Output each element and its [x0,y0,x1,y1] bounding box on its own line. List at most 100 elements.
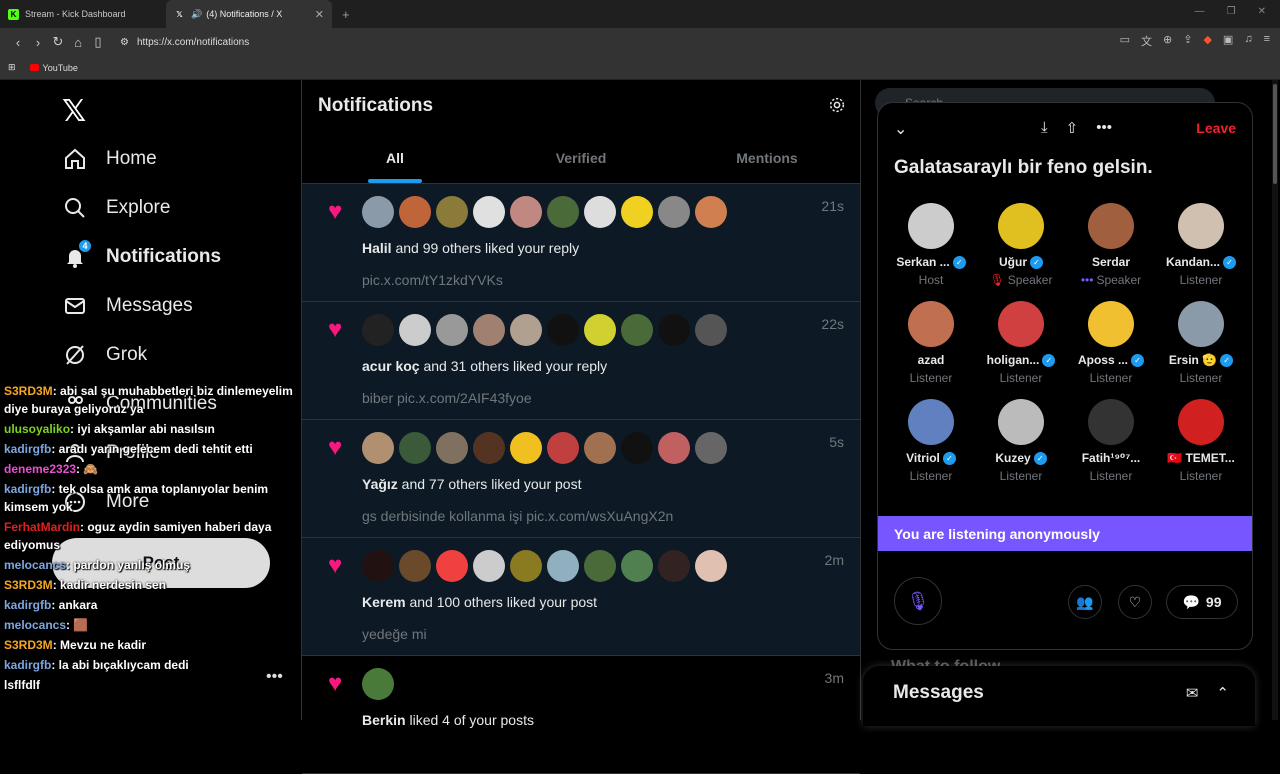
url-field[interactable]: ⚙ https://x.com/notifications [120,37,249,48]
minimize-icon[interactable]: — [1195,6,1205,17]
participant[interactable]: Kuzey ✓ Listener [976,399,1066,483]
notification-item[interactable]: ♥ 21s Halil and 99 others liked your reply… [302,184,860,302]
participant[interactable]: 🇹🇷 TEMET... Listener [1156,399,1246,483]
avatar[interactable] [473,314,505,346]
avatar[interactable] [695,550,727,582]
zoom-icon[interactable]: ⊕ [1163,33,1172,49]
chat-username[interactable]: kadirgfb [4,598,51,612]
avatar[interactable] [362,550,394,582]
nav-messages[interactable]: Messages [62,293,193,319]
chevron-down-icon[interactable]: ⌄ [894,119,907,139]
avatar[interactable] [695,432,727,464]
chat-username[interactable]: kadirgfb [4,442,51,456]
actor-name[interactable]: Kerem [362,594,406,610]
participant[interactable]: Serkan ... ✓ Host [886,203,976,287]
nav-notifications[interactable]: 4 Notifications [62,239,221,270]
react-heart-button[interactable]: ♡ [1118,585,1152,619]
avatar[interactable] [658,314,690,346]
forward-icon[interactable]: › [28,35,48,50]
media-icon[interactable]: ♫ [1244,33,1252,49]
apps-icon[interactable]: ⊞ [8,62,16,73]
expand-icon[interactable]: ⌃ [1216,684,1229,702]
chat-username[interactable]: FerhatMardin [4,520,80,534]
post-preview[interactable]: pic.x.com/tY1zkdYVKs [362,272,503,288]
x-logo-icon[interactable]: 𝕏 [62,94,86,129]
avatar[interactable] [547,196,579,228]
avatar[interactable] [473,432,505,464]
avatar[interactable] [399,432,431,464]
avatar[interactable] [510,550,542,582]
people-button[interactable]: 👥 [1068,585,1102,619]
cast-icon[interactable]: ▭ [1120,33,1130,49]
chat-username[interactable]: melocancs [4,558,66,572]
avatar[interactable] [547,314,579,346]
avatar[interactable] [547,432,579,464]
menu-icon[interactable]: ≡ [1264,33,1270,49]
avatar[interactable] [621,550,653,582]
post-preview[interactable]: biber pic.x.com/2AIF43fyoe [362,390,532,406]
avatar[interactable] [510,314,542,346]
dock-icon[interactable]: ⤓ [1041,119,1048,137]
chat-username[interactable]: S3RD3M [4,384,53,398]
avatar[interactable] [399,196,431,228]
chat-username[interactable]: melocancs [4,618,66,632]
tab-kick[interactable]: K Stream - Kick Dashboard [0,0,166,28]
post-preview[interactable]: gs derbisinde kollanma işi pic.x.com/wsX… [362,508,673,524]
sidebar-icon[interactable]: ▣ [1223,33,1233,49]
reload-icon[interactable]: ↻ [48,34,68,50]
avatar[interactable] [510,432,542,464]
bookmark-youtube[interactable]: YouTube [29,63,78,73]
avatar[interactable] [362,196,394,228]
chat-username[interactable]: kadirgfb [4,482,51,496]
share-icon[interactable]: ⇧ [1066,119,1079,137]
chat-username[interactable]: kadirgfb [4,658,51,672]
microphone-icon[interactable]: 🎙 [894,577,942,625]
replies-button[interactable]: 💬 99 [1166,585,1238,619]
notification-item[interactable]: ♥ 3m Berkin liked 4 of your posts [302,656,860,774]
brave-shield-icon[interactable]: ◆ [1203,33,1211,49]
site-settings-icon[interactable]: ⚙ [120,37,129,48]
tab-x-notifications[interactable]: 𝕏 🔊 (4) Notifications / X ✕ [166,0,332,28]
actor-name[interactable]: Halil [362,240,392,256]
chat-username[interactable]: ulusoyaliko [4,422,70,436]
avatar[interactable] [658,550,690,582]
avatar[interactable] [584,432,616,464]
participant[interactable]: Fatih¹⁹⁰⁷... Listener [1066,399,1156,483]
avatar[interactable] [584,314,616,346]
actor-name[interactable]: Berkin [362,712,406,728]
notification-item[interactable]: ♥ 5s Yağız and 77 others liked your post gs… [302,420,860,538]
home-page-icon[interactable]: ⌂ [68,35,88,50]
avatar[interactable] [510,196,542,228]
tab-all[interactable]: All [302,132,488,183]
participant[interactable]: Vitriol ✓ Listener [886,399,976,483]
avatar[interactable] [362,314,394,346]
avatar[interactable] [621,196,653,228]
avatar[interactable] [362,432,394,464]
participant[interactable]: Serdar ••• Speaker [1066,203,1156,287]
avatar[interactable] [547,550,579,582]
actor-name[interactable]: Yağız [362,476,398,492]
chat-username[interactable]: S3RD3M [4,578,53,592]
close-window-icon[interactable]: ✕ [1258,6,1266,17]
gear-icon[interactable] [828,96,846,119]
close-tab-icon[interactable]: ✕ [315,8,324,21]
back-icon[interactable]: ‹ [8,35,28,50]
new-tab-button[interactable]: + [342,7,350,22]
participant[interactable]: azad Listener [886,301,976,385]
avatar[interactable] [436,196,468,228]
restore-icon[interactable]: ❐ [1227,6,1236,17]
avatar[interactable] [621,314,653,346]
new-message-icon[interactable]: ✉ [1186,684,1199,702]
avatar[interactable] [695,314,727,346]
notification-item[interactable]: ♥ 2m Kerem and 100 others liked your post y… [302,538,860,656]
avatar[interactable] [399,550,431,582]
post-preview[interactable]: yedeğe mi [362,626,427,642]
more-options-icon[interactable]: ••• [1096,119,1112,137]
avatar[interactable] [658,196,690,228]
avatar[interactable] [362,668,394,700]
avatar[interactable] [436,432,468,464]
avatar[interactable] [436,550,468,582]
chat-username[interactable]: deneme2323 [4,462,76,476]
avatar[interactable] [584,550,616,582]
participant[interactable]: Kandan... ✓ Listener [1156,203,1246,287]
